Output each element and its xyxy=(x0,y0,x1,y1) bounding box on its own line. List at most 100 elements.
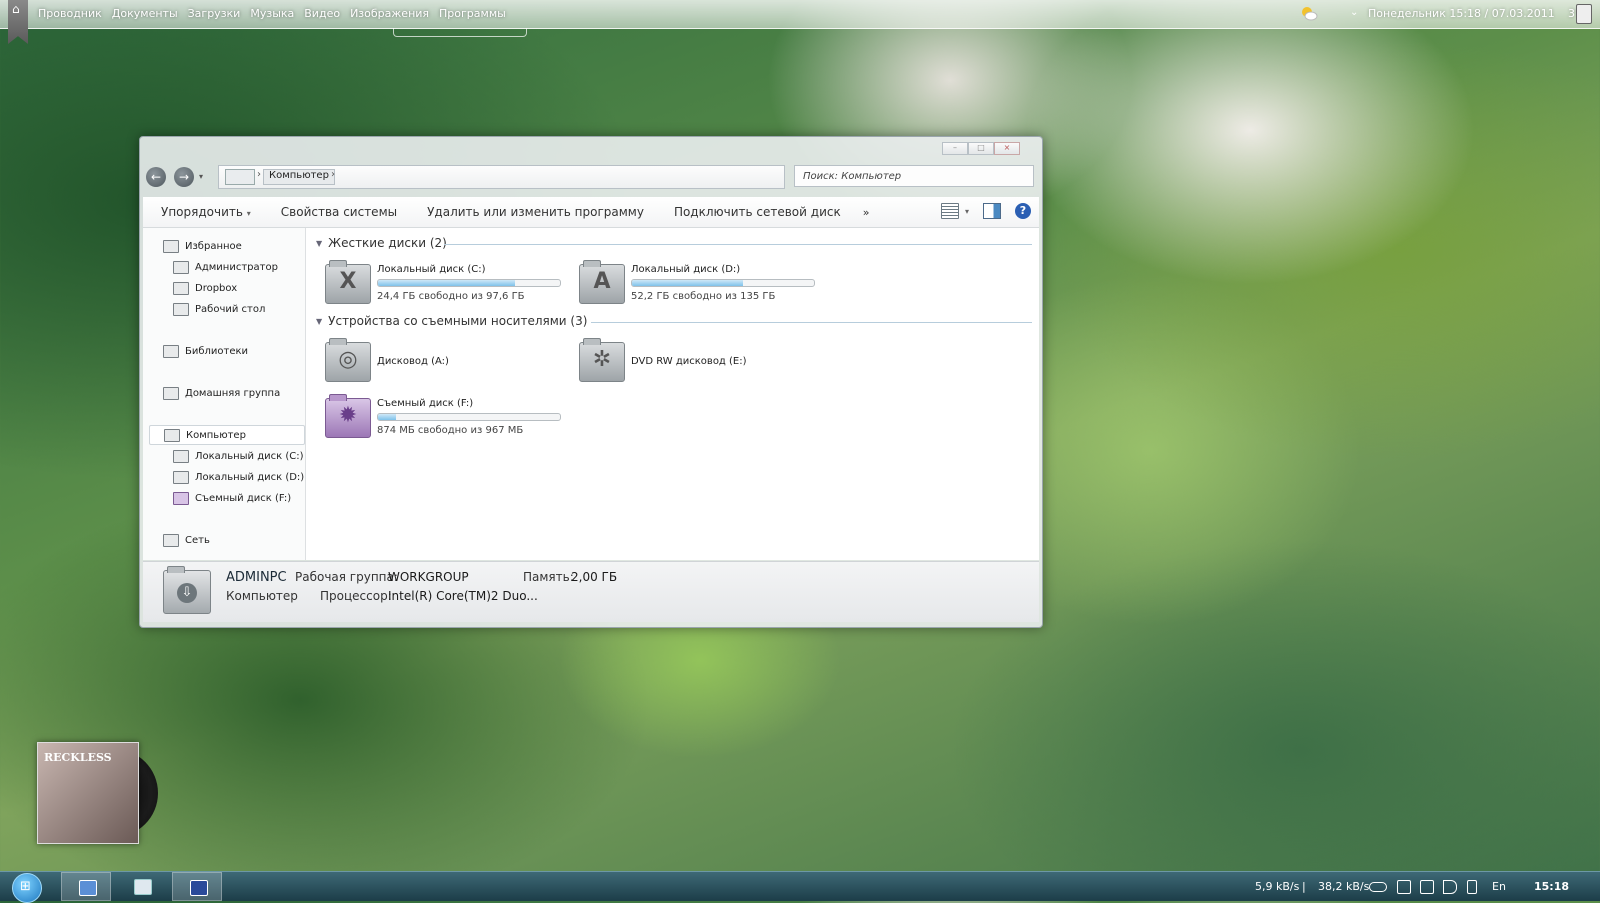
trash-icon[interactable] xyxy=(1576,4,1592,24)
content-pane: ▼ Жесткие диски (2) X Локальный диск (C:)… xyxy=(306,228,1039,560)
nav-network[interactable]: Сеть xyxy=(143,531,210,549)
system-properties-button[interactable]: Свойства системы xyxy=(281,205,397,219)
maximize-button[interactable]: □ xyxy=(968,142,994,155)
menu-music[interactable]: Музыка xyxy=(250,7,294,20)
search-input[interactable]: Поиск: Компьютер xyxy=(794,165,1034,187)
speed-separator: | xyxy=(1302,880,1306,893)
volume-icon[interactable] xyxy=(1443,880,1457,894)
computer-icon[interactable] xyxy=(225,169,255,185)
breadcrumb-chevron-icon[interactable]: › xyxy=(331,169,335,183)
dropdown-tab[interactable] xyxy=(393,28,527,37)
album-art[interactable]: RECKLESS xyxy=(37,742,139,844)
nav-label: Избранное xyxy=(185,240,242,252)
drive-e[interactable]: ✲ DVD RW дисковод (E:) xyxy=(579,338,819,384)
weather-icon[interactable] xyxy=(1300,5,1318,21)
drive-d[interactable]: A Локальный диск (D:) 52,2 ГБ свободно и… xyxy=(579,260,819,306)
computer-name: ADMINPC xyxy=(226,570,287,585)
computer-folder-icon xyxy=(164,428,180,442)
taskbar-clock[interactable]: 15:18 xyxy=(1534,880,1569,893)
back-button[interactable]: ← xyxy=(146,167,166,187)
nav-favorites[interactable]: Избранное xyxy=(143,237,242,255)
view-options-icon[interactable] xyxy=(940,203,959,219)
nav-label: Компьютер xyxy=(186,429,246,441)
drive-name: Локальный диск (C:) xyxy=(377,264,486,275)
drive-a[interactable]: ◎ Дисковод (A:) xyxy=(325,338,565,384)
chevron-down-icon[interactable]: ⌄ xyxy=(1350,7,1358,18)
taskbar-app-2[interactable] xyxy=(117,872,167,901)
chevron-down-icon[interactable]: ▾ xyxy=(965,207,969,216)
drive-usage-bar xyxy=(631,279,815,287)
group-header-removable[interactable]: ▼ Устройства со съемными носителями (3) xyxy=(316,314,587,328)
menu-programs[interactable]: Программы xyxy=(439,7,506,20)
map-network-drive-button[interactable]: Подключить сетевой диск xyxy=(674,205,841,219)
nav-label: Локальный диск (D:) xyxy=(195,471,305,483)
navigation-pane: Избранное Администратор Dropbox Рабочий … xyxy=(143,228,306,560)
download-speed: 5,9 kB/s xyxy=(1255,880,1300,893)
nav-fav-dropbox[interactable]: Dropbox xyxy=(143,279,237,297)
nav-computer[interactable]: Компьютер xyxy=(149,425,305,445)
cpu-label: Процессор: xyxy=(320,589,392,603)
floppy-drive-icon: ◎ xyxy=(325,338,371,382)
drive-name: Дисковод (A:) xyxy=(377,356,449,367)
menu-documents[interactable]: Документы xyxy=(112,7,178,20)
upload-speed: 38,2 kB/s xyxy=(1318,880,1370,893)
preview-pane-icon[interactable] xyxy=(983,203,1001,219)
menu-downloads[interactable]: Загрузки xyxy=(188,7,241,20)
drive-c[interactable]: X Локальный диск (C:) 24,4 ГБ свободно и… xyxy=(325,260,565,306)
workgroup-label: Рабочая группа: xyxy=(295,570,398,584)
taskbar-explorer[interactable] xyxy=(61,872,111,901)
computer-icon: ⇩ xyxy=(163,566,211,614)
drive-glyph: ◎ xyxy=(338,347,358,372)
nav-fav-admin[interactable]: Администратор xyxy=(143,258,278,276)
top-menu-bar: ⌂ Проводник Документы Загрузки Музыка Ви… xyxy=(0,0,1600,44)
nav-drive-d[interactable]: Локальный диск (D:) xyxy=(143,468,304,486)
group-title: Жесткие диски (2) xyxy=(328,236,447,250)
chevron-down-icon: ▾ xyxy=(246,209,251,218)
minimize-button[interactable]: – xyxy=(942,142,968,155)
drive-f[interactable]: ✹ Съемный диск (F:) 874 МБ свободно из 9… xyxy=(325,394,565,440)
history-dropdown-icon[interactable]: ▾ xyxy=(199,172,203,181)
menu-video[interactable]: Видео xyxy=(304,7,340,20)
help-icon[interactable]: ? xyxy=(1015,203,1031,219)
collapse-icon: ▼ xyxy=(316,316,323,326)
action-center-icon[interactable] xyxy=(1397,880,1411,894)
menu-images[interactable]: Изображения xyxy=(350,7,429,20)
breadcrumb-chevron-icon[interactable]: › xyxy=(257,169,261,183)
nav-homegroup[interactable]: Домашняя группа xyxy=(143,384,280,402)
nav-label: Библиотеки xyxy=(185,345,249,357)
user-folder-icon xyxy=(173,260,189,274)
workgroup-value: WORKGROUP xyxy=(388,570,469,584)
close-button[interactable]: × xyxy=(994,142,1020,155)
explorer-window: – □ × ← → ▾ › Компьютер › Поиск: Компьют… xyxy=(139,136,1043,628)
group-title: Устройства со съемными носителями (3) xyxy=(328,314,588,328)
nav-fav-desktop[interactable]: Рабочий стол xyxy=(143,300,265,318)
network-icon[interactable] xyxy=(1420,880,1434,894)
nav-libraries[interactable]: Библиотеки xyxy=(143,342,248,360)
drive-glyph: X xyxy=(339,269,357,294)
breadcrumb-computer[interactable]: Компьютер xyxy=(263,169,335,185)
nav-label: Домашняя группа xyxy=(185,387,281,399)
drive-usage-bar xyxy=(377,413,561,421)
nav-drive-f[interactable]: Съемный диск (F:) xyxy=(143,489,291,507)
drive-free-space: 874 МБ свободно из 967 МБ xyxy=(377,425,524,436)
nav-drive-c[interactable]: Локальный диск (C:) xyxy=(143,447,304,465)
group-header-hdd[interactable]: ▼ Жесткие диски (2) xyxy=(316,236,447,250)
battery-icon[interactable] xyxy=(1467,880,1477,894)
menu-explorer[interactable]: Проводник xyxy=(38,7,102,20)
taskbar-music-player[interactable] xyxy=(172,872,222,901)
language-indicator[interactable]: En xyxy=(1492,880,1506,893)
drive-c-icon: X xyxy=(325,260,371,304)
organize-button[interactable]: Упорядочить ▾ xyxy=(161,205,251,219)
uninstall-program-button[interactable]: Удалить или изменить программу xyxy=(427,205,644,219)
drive-d-icon xyxy=(173,470,189,484)
computer-type: Компьютер xyxy=(226,589,298,603)
start-button[interactable]: ⊞ xyxy=(12,873,42,903)
toggle-icon[interactable] xyxy=(1369,882,1387,892)
nav-label: Локальный диск (C:) xyxy=(195,450,304,462)
forward-button[interactable]: → xyxy=(174,167,194,187)
taskbar: ⊞ 5,9 kB/s | 38,2 kB/s En 15:18 xyxy=(0,871,1600,903)
address-bar[interactable]: › Компьютер › xyxy=(218,165,785,189)
more-commands-button[interactable]: » xyxy=(863,206,870,219)
bookmark-icon[interactable]: ⌂ xyxy=(8,0,28,44)
group-divider xyxy=(591,322,1032,323)
